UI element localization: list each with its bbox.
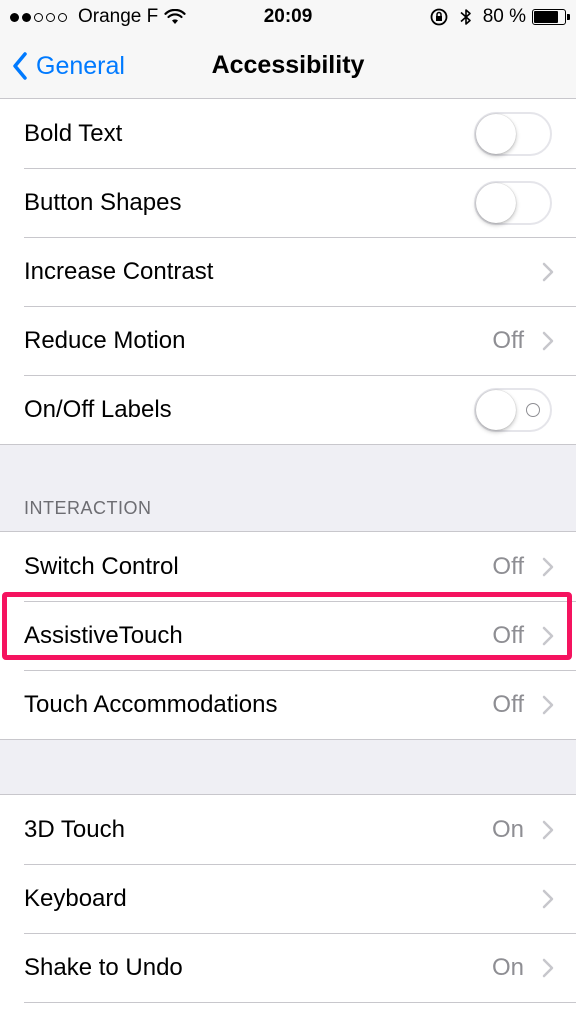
- row-label: Reduce Motion: [24, 327, 186, 354]
- row-label: Button Shapes: [24, 189, 182, 216]
- bold-text-toggle[interactable]: [474, 112, 552, 156]
- battery-level-fill: [534, 11, 558, 23]
- row-on-off-labels: On/Off Labels: [0, 375, 576, 444]
- toggle-knob: [476, 183, 516, 223]
- section-header-label: INTERACTION: [24, 498, 152, 518]
- row-bold-text: Bold Text: [0, 99, 576, 168]
- row-label: Touch Accommodations: [24, 691, 278, 718]
- row-keyboard[interactable]: Keyboard: [0, 864, 576, 933]
- row-label: AssistiveTouch: [24, 622, 183, 649]
- page-title: Accessibility: [211, 51, 365, 79]
- status-right: 80 %: [429, 6, 570, 28]
- row-touch-accommodations[interactable]: Touch Accommodations Off: [0, 670, 576, 739]
- button-shapes-toggle[interactable]: [474, 181, 552, 225]
- row-label: Increase Contrast: [24, 258, 214, 285]
- row-label: Vibration: [24, 1002, 118, 1024]
- row-label: Switch Control: [24, 553, 179, 580]
- chevron-right-icon: [542, 262, 554, 282]
- row-shake-to-undo[interactable]: Shake to Undo On: [0, 933, 576, 1002]
- row-value: Off: [492, 553, 524, 580]
- row-label: Keyboard: [24, 885, 127, 912]
- chevron-right-icon: [542, 557, 554, 577]
- row-vibration[interactable]: Vibration On: [0, 1002, 576, 1024]
- interaction-group: Switch Control Off AssistiveTouch Off To…: [0, 531, 576, 740]
- battery-icon: [532, 9, 570, 25]
- battery-percent: 80 %: [482, 6, 526, 27]
- row-reduce-motion[interactable]: Reduce Motion Off: [0, 306, 576, 375]
- settings-screen: Orange F 20:09 80 % General Accessibilit…: [0, 0, 576, 1024]
- toggle-knob: [476, 114, 516, 154]
- row-value: Off: [492, 691, 524, 718]
- row-value: Off: [492, 622, 524, 649]
- navigation-bar: General Accessibility: [0, 36, 576, 99]
- off-label-circle-icon: [526, 403, 540, 417]
- row-label: Bold Text: [24, 120, 123, 147]
- section-header-interaction: INTERACTION: [0, 445, 576, 531]
- row-button-shapes: Button Shapes: [0, 168, 576, 237]
- chevron-right-icon: [542, 695, 554, 715]
- chevron-right-icon: [542, 820, 554, 840]
- bluetooth-icon: [460, 9, 471, 25]
- row-assistivetouch[interactable]: AssistiveTouch Off: [0, 601, 576, 670]
- row-label: Shake to Undo: [24, 954, 183, 981]
- chevron-right-icon: [542, 626, 554, 646]
- rotation-lock-icon: [430, 8, 448, 26]
- row-value: Off: [492, 327, 524, 354]
- on-off-labels-toggle[interactable]: [474, 388, 552, 432]
- row-value: On: [491, 954, 524, 981]
- chevron-right-icon: [542, 331, 554, 351]
- row-label: On/Off Labels: [24, 396, 172, 423]
- toggle-knob: [476, 390, 516, 430]
- settings-list: Bold Text Button Shapes Increase Contras…: [0, 99, 576, 1024]
- status-bar: Orange F 20:09 80 %: [0, 0, 576, 36]
- row-3d-touch[interactable]: 3D Touch On: [0, 795, 576, 864]
- row-value: On: [492, 1002, 524, 1024]
- row-increase-contrast[interactable]: Increase Contrast: [0, 237, 576, 306]
- display-options-group: Bold Text Button Shapes Increase Contras…: [0, 99, 576, 445]
- row-switch-control[interactable]: Switch Control Off: [0, 532, 576, 601]
- chevron-right-icon: [542, 889, 554, 909]
- row-label: 3D Touch: [24, 816, 125, 843]
- input-options-group: 3D Touch On Keyboard Shake to Undo On: [0, 794, 576, 1024]
- chevron-right-icon: [542, 958, 554, 978]
- row-value: On: [491, 816, 524, 843]
